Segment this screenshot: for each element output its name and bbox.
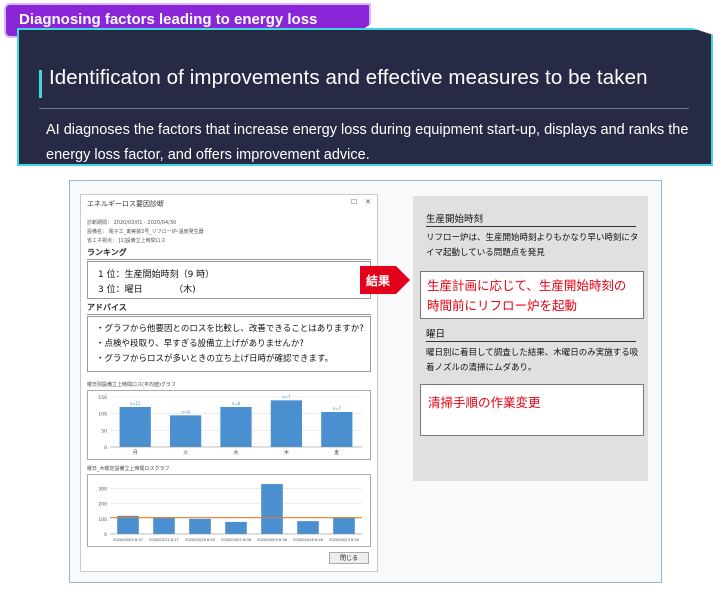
result-panel: 生産開始時刻 リフロー炉は、生産開始時刻よりもかなり早い時刻にタイマ起動している… [413, 196, 648, 481]
data-label: n=8 [181, 409, 190, 414]
result-arrow-label: 結果 [366, 274, 391, 288]
weekday-loss-chart: 0 50 100 150 月 n=11 火 n=8 水 n=8 木 n=7 金 n=7 [87, 390, 371, 460]
chart-bar [261, 484, 283, 534]
chart-bar [270, 400, 303, 447]
advice-divider [87, 314, 371, 315]
section1-title: 生産開始時刻 [426, 214, 484, 225]
data-label: n=7 [282, 394, 291, 399]
chart-bar [333, 517, 355, 534]
y-tick-label: 0 [104, 532, 107, 538]
advice-item: ・点検や段取り、早すぎる設備立上げがありませんか? [96, 339, 304, 349]
y-tick-label: 0 [104, 445, 107, 451]
x-tick-label: 2020/03/05 6:37 [113, 538, 143, 542]
x-tick-label: 火 [183, 450, 188, 456]
y-tick-label: 200 [98, 502, 107, 508]
hero-title: Identificaton of improvements and effect… [49, 66, 648, 89]
x-tick-label: 金 [334, 449, 339, 456]
chart-bar [297, 521, 319, 534]
hero-description: AI diagnoses the factors that increase e… [46, 122, 689, 163]
section2-text: 曜日別に着目して調査した結果、木曜日のみ実施する吸着ノズルの清掃にムダあり。 [426, 348, 639, 373]
chart-bar [189, 518, 211, 534]
data-label: n=7 [333, 406, 342, 411]
ranking-divider [87, 259, 371, 260]
x-tick-label: 2020/04/23 6:26 [329, 538, 360, 542]
section2-divider [426, 341, 636, 342]
section2-advice-box: 清掃手順の作業変更 [420, 384, 644, 436]
x-tick-label: 水 [233, 449, 238, 456]
section1-text: リフロー炉は、生産開始時刻よりもかなり早い時刻にタイマ起動している問題点を発見 [426, 233, 639, 258]
section1-advice-box: 生産計画に応じて、生産開始時刻の時間前にリフロー炉を起動 [420, 271, 644, 319]
advice-item: ・グラフからロスが多いときの立ち上げ日時が確認できます。 [96, 354, 334, 364]
x-tick-label: 2020/03/26 6:59 [185, 538, 216, 542]
diagnosis-window: エネルギーロス要因診断 ☐ ✕ 診断期間： 2020/03/01 - 2020/… [80, 194, 378, 572]
x-tick-label: 2020/04/16 6:26 [293, 538, 324, 542]
chart-bar [169, 415, 202, 447]
data-label: n=11 [130, 401, 141, 406]
x-tick-label: 2020/03/12 6:27 [149, 538, 179, 542]
section1-advice: 生産計画に応じて、生産開始時刻の時間前にリフロー炉を起動 [427, 278, 627, 313]
x-tick-label: 2020/04/09 6:36 [257, 538, 288, 542]
ranking-box: 1 位：生産開始時刻（9 時） 3 位：曜日 （木) [87, 261, 371, 299]
x-tick-label: 木 [284, 449, 289, 456]
thursday-loss-chart: 0 100 200 300 2020/03/05 6:37 2020/03/12 6:27… [87, 474, 371, 547]
x-tick-label: 2020/04/02 6:08 [221, 538, 252, 542]
y-tick-label: 100 [98, 412, 107, 418]
advice-box: ・グラフから他要因とのロスを比較し、改善できることはありますか? ・点検や段取り… [87, 316, 371, 372]
chart-bar [220, 407, 252, 447]
chart-bar [119, 407, 151, 447]
advice-label: アドバイス [87, 303, 127, 312]
close-icon[interactable]: ✕ [365, 198, 371, 206]
window-title: エネルギーロス要因診断 [87, 200, 164, 208]
ranking-item: 1 位：生産開始時刻（9 時） [98, 270, 215, 280]
section2-title: 曜日 [426, 329, 446, 340]
meta-period: 診断期間： 2020/03/01 - 2020/04/30 [87, 220, 177, 226]
section1-divider [426, 226, 636, 227]
chart-bar [117, 515, 139, 534]
chart2-label: 曜日_木曜定設備立上時間ロスグラフ [87, 466, 170, 472]
y-tick-label: 150 [98, 395, 107, 401]
section2-advice: 清掃手順の作業変更 [428, 395, 541, 410]
close-button[interactable]: 閉じる [329, 552, 369, 564]
thursday-loss-chart-svg: 0 100 200 300 2020/03/05 6:37 2020/03/12 6:27… [98, 484, 362, 542]
y-tick-label: 50 [101, 428, 107, 434]
weekday-loss-chart-svg: 0 50 100 150 月 n=11 火 n=8 水 n=8 木 n=7 金 n=7 [98, 394, 362, 456]
maximize-icon[interactable]: ☐ [351, 198, 357, 206]
chart-bar [153, 517, 175, 534]
advice-item: ・グラフから他要因とのロスを比較し、改善できることはありますか? [96, 324, 364, 334]
y-tick-label: 300 [98, 487, 107, 493]
ranking-item: 3 位：曜日 （木) [98, 285, 196, 295]
meta-viewpoint: 省エネ視点： [1]設備立上時間ロス [87, 238, 166, 244]
section-tag-label: Diagnosing factors leading to energy los… [19, 11, 318, 28]
y-tick-label: 100 [98, 517, 107, 523]
chart-bar [225, 521, 247, 534]
meta-equipment: 設備名： 電子工_東実装2号_リフロー炉-温度発生器 [87, 229, 204, 235]
x-tick-label: 月 [133, 450, 138, 456]
hero-accent-bar [39, 70, 42, 98]
hero-banner: Identificaton of improvements and effect… [17, 28, 713, 166]
chart1-label: 曜日別設備立上時間ロス(平均値)グラフ [87, 382, 176, 388]
hero-header: Identificaton of improvements and effect… [39, 62, 689, 109]
ranking-label: ランキング [87, 248, 127, 257]
chart-bar [321, 412, 353, 447]
data-label: n=8 [232, 401, 241, 406]
